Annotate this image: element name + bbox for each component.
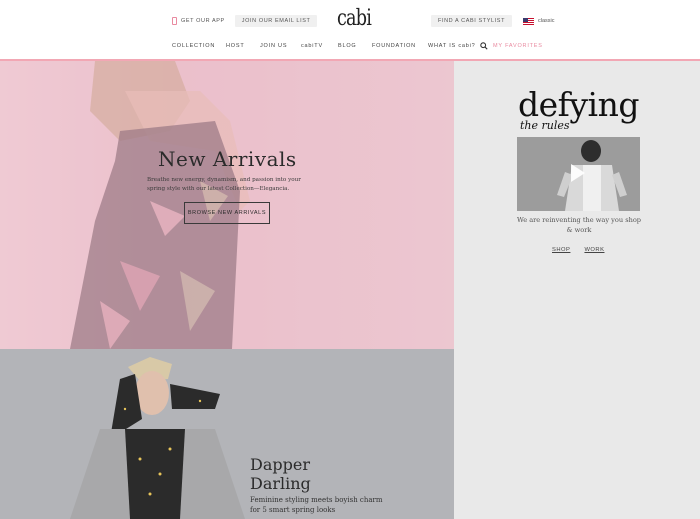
promo-links: SHOP WORK: [552, 247, 604, 253]
locale-selector[interactable]: classic: [523, 17, 555, 25]
email-list-button[interactable]: JOIN OUR EMAIL LIST: [234, 15, 318, 27]
find-stylist-button[interactable]: FIND A cabi STYLIST: [431, 15, 513, 27]
site-header: GET OUR APP JOIN OUR EMAIL LIST cabi FIN…: [0, 0, 700, 61]
hero-description: Breathe new energy, dynamism, and passio…: [147, 177, 301, 192]
promo-video-thumbnail[interactable]: [517, 137, 640, 211]
utility-links-right: FIND A cabi STYLIST classic: [431, 15, 555, 27]
nav-item-collection[interactable]: COLLECTION: [172, 43, 215, 49]
play-icon[interactable]: [571, 164, 585, 182]
browse-new-arrivals-button[interactable]: BROWSE NEW ARRIVALS: [184, 202, 270, 224]
search-icon[interactable]: [480, 42, 488, 50]
nav-item-join-us[interactable]: JOIN US: [260, 43, 287, 49]
get-app-label: GET OUR APP: [181, 18, 225, 24]
promo-subheadline: the rules: [520, 119, 570, 132]
nav-item-my-favorites[interactable]: MY FAVORITES: [493, 43, 543, 49]
nav-item-what-is-cabi[interactable]: WHAT IS cabi?: [428, 43, 476, 49]
work-link[interactable]: WORK: [584, 247, 604, 253]
nav-item-host[interactable]: HOST: [226, 43, 244, 49]
promo-text: We are reinventing the way you shop & wo…: [516, 216, 642, 234]
locale-label: classic: [538, 18, 555, 24]
us-flag-icon: [523, 17, 535, 25]
dapper-darling-model-image: [0, 349, 454, 519]
banner2-description: Feminine styling meets boyish charm for …: [250, 496, 383, 514]
utility-links-left: GET OUR APP JOIN OUR EMAIL LIST: [172, 15, 318, 27]
cabi-logo[interactable]: cabi: [337, 6, 372, 31]
nav-item-foundation[interactable]: FOUNDATION: [372, 43, 416, 49]
nav-item-blog[interactable]: BLOG: [338, 43, 356, 49]
shop-link[interactable]: SHOP: [552, 247, 570, 253]
defying-the-rules-promo: defying the rules We are reinventing the…: [454, 61, 700, 519]
get-app-link[interactable]: GET OUR APP: [172, 17, 225, 25]
banner2-title: Dapper Darling: [250, 455, 311, 493]
main-nav: COLLECTION HOST JOIN US cabiTV BLOG FOUN…: [0, 42, 700, 55]
phone-icon: [172, 17, 177, 25]
nav-item-cabitv[interactable]: cabiTV: [301, 43, 323, 49]
dapper-darling-banner[interactable]: Dapper Darling Feminine styling meets bo…: [0, 349, 454, 519]
hero-title: New Arrivals: [158, 147, 297, 171]
new-arrivals-hero[interactable]: New Arrivals Breathe new energy, dynamis…: [0, 61, 454, 349]
